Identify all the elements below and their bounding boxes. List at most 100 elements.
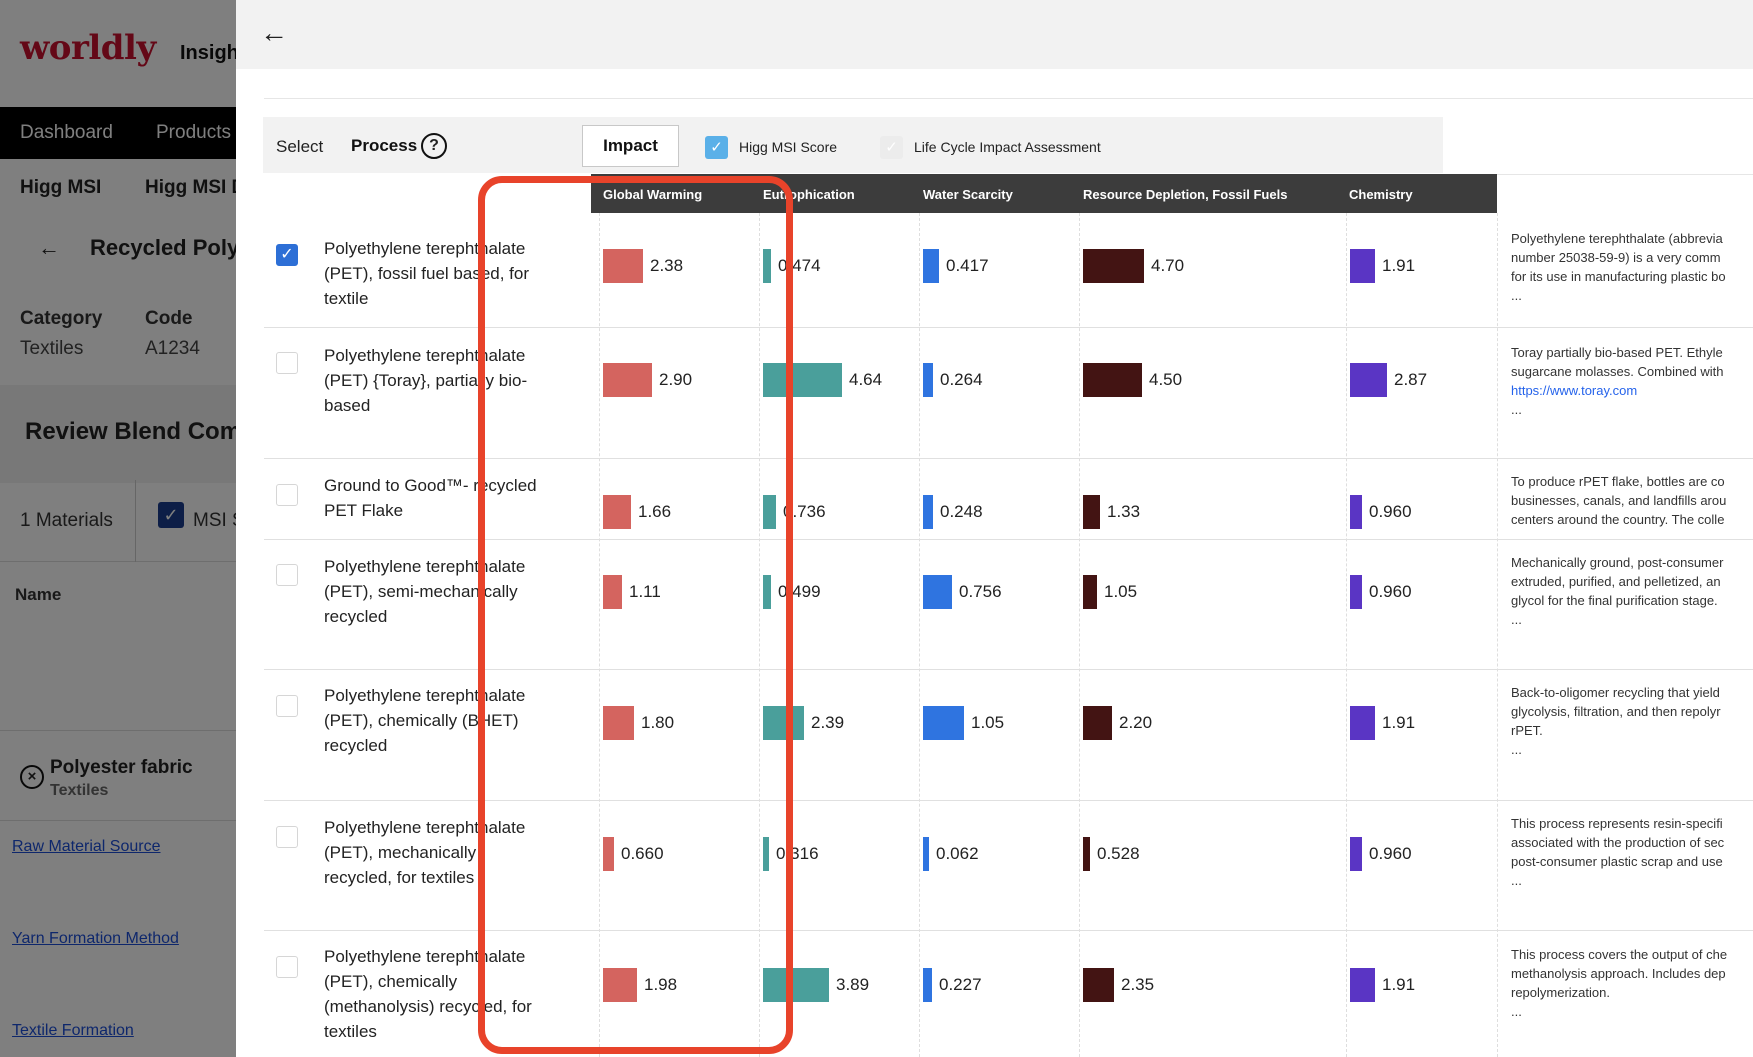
chemistry-bar <box>1350 249 1375 283</box>
global-warming-bar <box>603 837 614 871</box>
global-warming-bar <box>603 495 631 529</box>
help-icon[interactable]: ? <box>421 133 447 159</box>
higg-msi-score-checkbox[interactable]: ✓ <box>705 136 728 159</box>
process-description: This process represents resin-specifi ass… <box>1511 814 1753 890</box>
global-warming-value: 0.660 <box>621 844 664 863</box>
description-line: rPET. <box>1511 723 1543 738</box>
process-checkbox[interactable] <box>276 352 298 374</box>
water-scarcity-value: 0.227 <box>939 975 982 994</box>
chemistry-value: 1.91 <box>1382 975 1416 994</box>
process-description: Polyethylene terephthalate (abbrevia numb… <box>1511 229 1753 305</box>
global-warming-value: 1.80 <box>641 713 675 732</box>
water-scarcity-value: 0.248 <box>940 502 983 521</box>
water-scarcity-bar <box>923 495 933 529</box>
chemistry-value: 0.960 <box>1369 582 1412 601</box>
chemistry-value: 0.960 <box>1369 502 1412 521</box>
description-line: Polyethylene terephthalate (abbrevia <box>1511 231 1723 246</box>
drawer-topbar: ← <box>236 0 1753 69</box>
global-warming-bar <box>603 575 622 609</box>
description-line: Mechanically ground, post-consumer <box>1511 555 1724 570</box>
resource-depletion-bar <box>1083 575 1097 609</box>
description-line: glycol for the final purification stage. <box>1511 593 1718 608</box>
process-checkbox[interactable] <box>276 695 298 717</box>
chemistry-value: 0.960 <box>1369 844 1412 863</box>
water-scarcity-bar <box>923 575 952 609</box>
divider <box>1497 174 1753 175</box>
global-warming-value: 1.66 <box>638 502 672 521</box>
resource-depletion-value: 1.33 <box>1107 502 1141 521</box>
process-description: To produce rPET flake, bottles are co bus… <box>1511 472 1753 529</box>
process-checkbox[interactable] <box>276 956 298 978</box>
process-checkbox[interactable]: ✓ <box>276 244 298 266</box>
process-description: Toray partially bio-based PET. Ethyle sug… <box>1511 343 1753 419</box>
resource-depletion-value: 4.70 <box>1151 256 1185 275</box>
row-divider <box>264 800 1753 801</box>
description-line: This process represents resin-specifi <box>1511 816 1723 831</box>
water-scarcity-value: 0.264 <box>940 370 983 389</box>
description-line: associated with the production of sec <box>1511 835 1725 850</box>
row-divider <box>264 669 1753 670</box>
eutrophication-value: 0.474 <box>778 256 821 275</box>
row-divider <box>264 930 1753 931</box>
lca-checkbox[interactable]: ✓ <box>880 136 903 159</box>
water-scarcity-value: 0.756 <box>959 582 1002 601</box>
impact-columns-header: Global Warming Eutrophication Water Scar… <box>591 174 1497 213</box>
description-line: This process covers the output of che <box>1511 947 1728 962</box>
resource-depletion-value: 1.05 <box>1104 582 1138 601</box>
eutrophication-bar <box>763 968 829 1002</box>
description-line: for its use in manufacturing plastic bo <box>1511 269 1726 284</box>
global-warming-bar <box>603 249 643 283</box>
row-divider <box>264 539 1753 540</box>
process-name: Ground to Good™- recycled PET Flake <box>324 476 537 520</box>
resource-depletion-bar <box>1083 968 1114 1002</box>
eutrophication-value: 0.316 <box>776 844 819 863</box>
process-name: Polyethylene terephthalate (PET), mechan… <box>324 818 526 887</box>
description-line: To produce rPET flake, bottles are co <box>1511 474 1725 489</box>
process-drawer: ← Select Process ? Impact ✓ Higg MSI Sco… <box>236 0 1753 1057</box>
description-line: ... <box>1511 742 1522 757</box>
resource-depletion-value: 2.35 <box>1121 975 1155 994</box>
process-description: Mechanically ground, post-consumer extrud… <box>1511 553 1753 629</box>
water-scarcity-bar <box>923 968 932 1002</box>
chemistry-value: 1.91 <box>1382 256 1416 275</box>
process-checkbox[interactable] <box>276 564 298 586</box>
chemistry-value: 2.87 <box>1394 370 1428 389</box>
divider <box>264 98 1753 99</box>
global-warming-bar <box>603 363 652 397</box>
global-warming-value: 1.98 <box>644 975 678 994</box>
row-divider <box>264 327 1753 328</box>
eutrophication-bar <box>763 363 842 397</box>
water-scarcity-value: 0.062 <box>936 844 979 863</box>
chemistry-bar <box>1350 575 1362 609</box>
column-eutrophication: Eutrophication <box>763 187 855 202</box>
eutrophication-bar <box>763 249 771 283</box>
process-name: Polyethylene terephthalate (PET), chemic… <box>324 686 526 755</box>
resource-depletion-bar <box>1083 495 1100 529</box>
chemistry-bar <box>1350 495 1362 529</box>
description-link[interactable]: https://www.toray.com <box>1511 381 1753 400</box>
water-scarcity-bar <box>923 706 964 740</box>
process-name: Polyethylene terephthalate (PET) {Toray}… <box>324 346 528 415</box>
column-resource-depletion: Resource Depletion, Fossil Fuels <box>1083 187 1288 202</box>
description-line: ... <box>1511 288 1522 303</box>
description-line: ... <box>1511 402 1522 417</box>
chemistry-bar <box>1350 837 1362 871</box>
row-divider <box>264 458 1753 459</box>
process-checkbox[interactable] <box>276 484 298 506</box>
description-line: extruded, purified, and pelletized, an <box>1511 574 1721 589</box>
resource-depletion-value: 4.50 <box>1149 370 1183 389</box>
resource-depletion-bar <box>1083 706 1112 740</box>
column-global-warming: Global Warming <box>603 187 703 202</box>
water-scarcity-bar <box>923 249 939 283</box>
process-name: Polyethylene terephthalate (PET), semi-m… <box>324 557 526 626</box>
process-name: Polyethylene terephthalate (PET), fossil… <box>324 239 530 308</box>
eutrophication-value: 2.39 <box>811 713 845 732</box>
chemistry-value: 1.91 <box>1382 713 1416 732</box>
process-checkbox[interactable] <box>276 826 298 848</box>
eutrophication-value: 4.64 <box>849 370 883 389</box>
global-warming-bar <box>603 706 634 740</box>
arrow-left-icon[interactable]: ← <box>260 18 288 48</box>
global-warming-value: 1.11 <box>629 582 661 601</box>
impact-button[interactable]: Impact <box>582 125 679 167</box>
resource-depletion-bar <box>1083 249 1144 283</box>
